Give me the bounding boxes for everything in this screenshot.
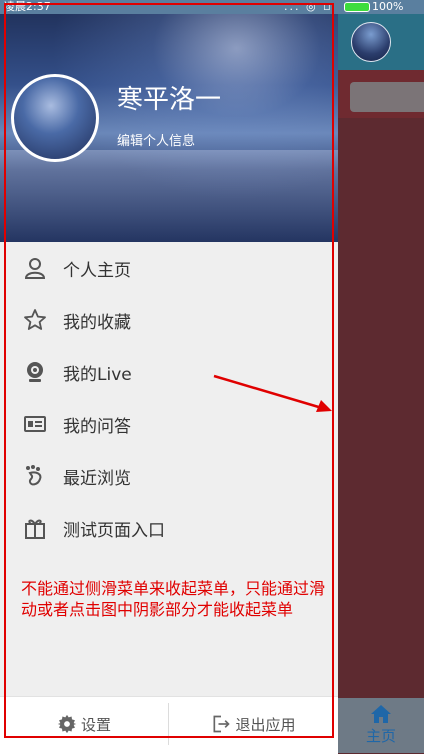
- profile-name: 寒平洛一: [117, 85, 222, 115]
- exit-app-button[interactable]: 退出应用: [169, 697, 338, 751]
- home-tab-label: 主页: [365, 727, 396, 745]
- menu-item-label: 最近浏览: [63, 468, 131, 489]
- settings-button[interactable]: 设置: [0, 697, 168, 751]
- exit-app-label: 退出应用: [235, 715, 296, 734]
- id-card-icon: [22, 411, 48, 437]
- battery-indicator: 100%: [344, 0, 403, 14]
- status-bar: 凌晨2:37 ... ◎ ▫ 100%: [0, 0, 424, 14]
- drawer-bottom-bar: 设置 退出应用: [0, 696, 338, 754]
- gift-icon: [22, 515, 48, 541]
- battery-level: 100%: [372, 0, 404, 13]
- profile-avatar[interactable]: [11, 74, 99, 162]
- menu-item-label: 我的收藏: [63, 312, 131, 333]
- home-tab[interactable]: 主页: [338, 698, 424, 753]
- menu-item-label: 测试页面入口: [63, 520, 165, 541]
- home-icon: [371, 705, 391, 723]
- menu-item-recent[interactable]: 最近浏览: [0, 450, 338, 502]
- signal-icons: ... ◎ ▫: [284, 0, 333, 13]
- menu-item-favorites[interactable]: 我的收藏: [0, 294, 338, 346]
- menu-item-label: 个人主页: [63, 260, 131, 281]
- menu-item-test-page[interactable]: 测试页面入口: [0, 502, 338, 554]
- shaded-overlay-area[interactable]: [338, 118, 424, 698]
- behind-search-box[interactable]: [350, 82, 424, 112]
- behind-avatar[interactable]: [351, 22, 391, 62]
- drawer-header: 寒平洛一 编辑个人信息: [0, 0, 338, 242]
- settings-label: 设置: [80, 715, 111, 734]
- webcam-icon: [22, 359, 48, 385]
- menu-item-label: 我的问答: [63, 416, 131, 437]
- header-background-reflection: [0, 150, 338, 242]
- battery-icon: [344, 2, 370, 12]
- status-time: 凌晨2:37: [4, 0, 51, 13]
- gear-icon: [57, 714, 77, 734]
- logout-icon: [213, 715, 231, 733]
- footprint-icon: [22, 463, 48, 489]
- menu-item-label: 我的Live: [63, 364, 132, 385]
- person-icon: [22, 255, 48, 281]
- annotation-arrow-icon: [213, 374, 332, 412]
- menu-item-homepage[interactable]: 个人主页: [0, 242, 338, 294]
- annotation-note: 不能通过侧滑菜单来收起菜单，只能通过滑动或者点击图中阴影部分才能收起菜单: [21, 579, 326, 619]
- edit-profile-link[interactable]: 编辑个人信息: [117, 133, 195, 151]
- star-icon: [22, 307, 48, 333]
